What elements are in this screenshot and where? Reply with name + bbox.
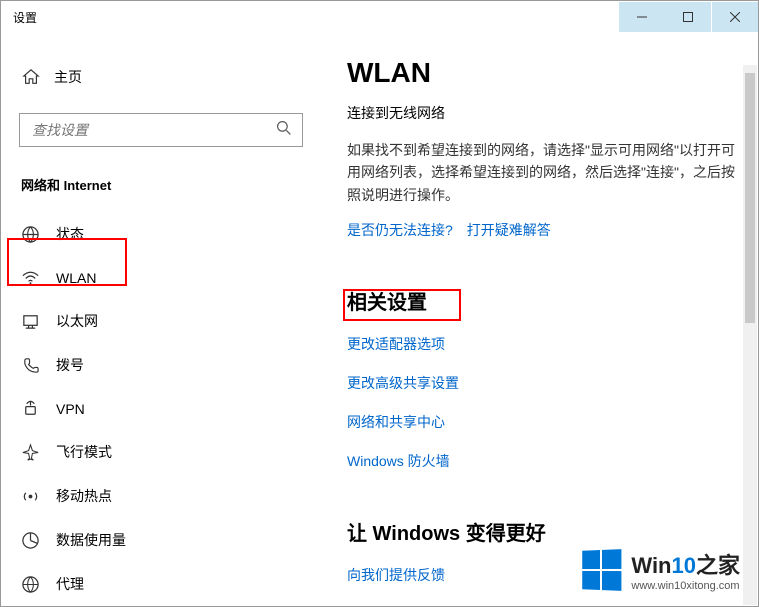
link-stillcant[interactable]: 是否仍无法连接?	[347, 220, 453, 240]
nav-item-proxy[interactable]: 代理	[19, 562, 321, 606]
window-controls	[619, 2, 758, 32]
nav-label: 拨号	[56, 355, 84, 375]
help-text: 如果找不到希望连接到的网络，请选择"显示可用网络"以打开可用网络列表，选择希望连…	[347, 139, 738, 206]
nav-item-hotspot[interactable]: 移动热点	[19, 474, 321, 518]
sidebar: 主页 网络和 Internet 状态 WLAN 以太网	[1, 33, 321, 606]
ethernet-icon	[21, 312, 40, 331]
airplane-icon	[21, 443, 40, 462]
category-title: 网络和 Internet	[21, 175, 321, 194]
wifi-icon	[21, 268, 40, 287]
nav-item-datausage[interactable]: 数据使用量	[19, 518, 321, 562]
page-subhead: 连接到无线网络	[347, 103, 738, 123]
minimize-button[interactable]	[619, 2, 665, 32]
page-title: WLAN	[347, 57, 738, 89]
watermark: Win10之家 www.win10xitong.com	[581, 548, 740, 592]
nav-item-ethernet[interactable]: 以太网	[19, 299, 321, 343]
search-box[interactable]	[19, 113, 303, 147]
link-firewall[interactable]: Windows 防火墙	[347, 451, 738, 471]
home-link[interactable]: 主页	[19, 63, 321, 91]
nav-item-wlan[interactable]: WLAN	[19, 256, 321, 299]
better-title: 让 Windows 变得更好	[347, 517, 738, 546]
proxy-icon	[21, 575, 40, 594]
nav-label: 移动热点	[56, 486, 112, 506]
nav-label: 数据使用量	[56, 530, 126, 550]
link-adapter-options[interactable]: 更改适配器选项	[347, 334, 738, 354]
main-panel: WLAN 连接到无线网络 如果找不到希望连接到的网络，请选择"显示可用网络"以打…	[321, 33, 758, 606]
nav-item-vpn[interactable]: VPN	[19, 387, 321, 430]
dialup-icon	[21, 356, 40, 375]
titlebar: 设置	[1, 1, 758, 33]
nav-list: 状态 WLAN 以太网 拨号 VPN 飞行模式	[19, 212, 321, 606]
scrollbar-thumb[interactable]	[745, 73, 755, 323]
windows-logo-icon	[583, 549, 622, 591]
watermark-brand: Win10之家	[631, 548, 740, 580]
search-icon	[276, 120, 292, 141]
watermark-url: www.win10xitong.com	[631, 580, 740, 592]
nav-item-dialup[interactable]: 拨号	[19, 343, 321, 387]
search-input[interactable]	[30, 122, 276, 138]
link-sharing-settings[interactable]: 更改高级共享设置	[347, 373, 738, 393]
window-title: 设置	[1, 9, 619, 26]
nav-label: 以太网	[56, 311, 98, 331]
related-title: 相关设置	[347, 286, 738, 315]
nav-label: 状态	[56, 224, 84, 244]
close-button[interactable]	[712, 2, 758, 32]
link-network-center[interactable]: 网络和共享中心	[347, 412, 738, 432]
maximize-button[interactable]	[665, 2, 711, 32]
vpn-icon	[21, 399, 40, 418]
hotspot-icon	[21, 487, 40, 506]
link-troubleshoot[interactable]: 打开疑难解答	[467, 220, 551, 240]
status-icon	[21, 225, 40, 244]
home-label: 主页	[54, 67, 82, 87]
nav-label: WLAN	[56, 270, 96, 286]
nav-label: 代理	[56, 574, 84, 594]
scrollbar[interactable]	[743, 65, 757, 605]
nav-label: VPN	[56, 401, 85, 417]
data-icon	[21, 531, 40, 550]
home-icon	[21, 68, 40, 87]
nav-item-status[interactable]: 状态	[19, 212, 321, 256]
nav-label: 飞行模式	[56, 442, 112, 462]
nav-item-airplane[interactable]: 飞行模式	[19, 430, 321, 474]
